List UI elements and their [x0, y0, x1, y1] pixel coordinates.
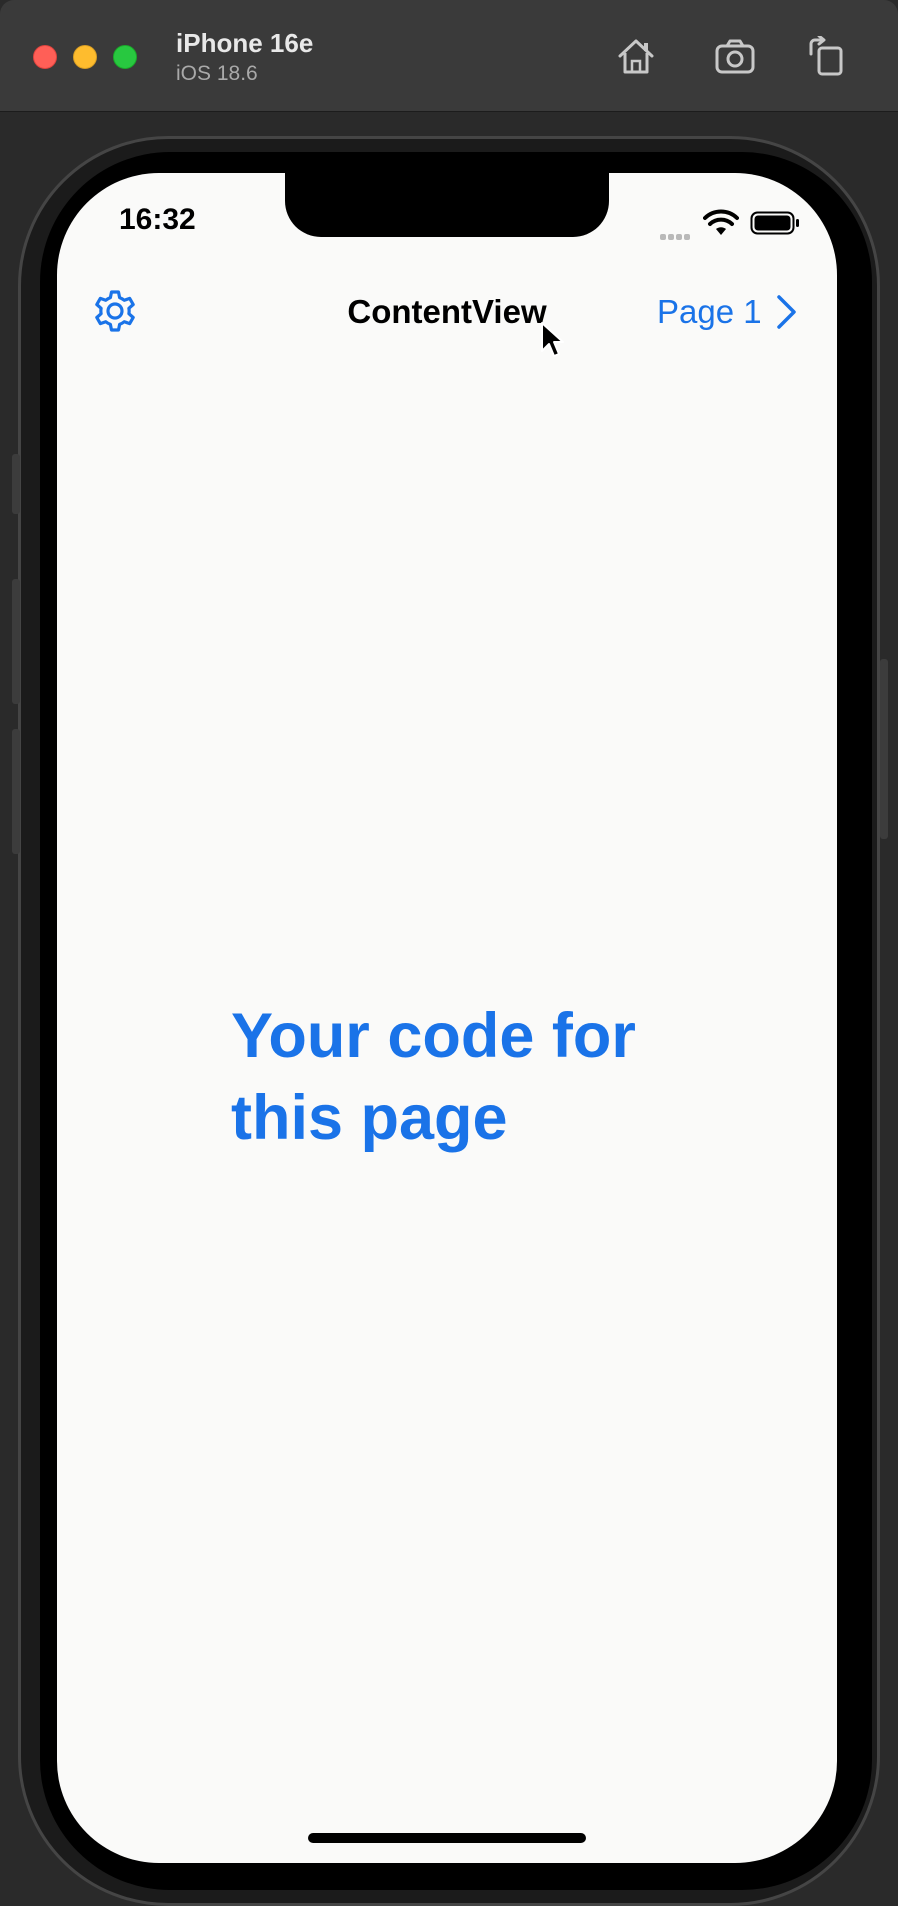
volume-up-button — [12, 579, 20, 704]
notch — [285, 173, 609, 237]
chevron-right-icon[interactable] — [775, 293, 799, 331]
device-os-version: iOS 18.6 — [176, 62, 258, 85]
minimize-window-button[interactable] — [73, 45, 97, 69]
action-button — [12, 454, 20, 514]
device-screen: 16:32 ContentView Page 1 Your code for t… — [57, 173, 837, 1863]
mouse-cursor-icon — [541, 322, 564, 357]
power-button — [880, 659, 888, 839]
screenshot-icon[interactable] — [713, 36, 757, 76]
volume-down-button — [12, 729, 20, 854]
battery-icon — [750, 211, 799, 235]
device-name: iPhone 16e — [176, 28, 314, 58]
cellular-signal-icon — [660, 227, 692, 245]
title-bar: iPhone 16e iOS 18.6 — [0, 0, 898, 112]
home-icon[interactable] — [614, 36, 658, 76]
close-window-button[interactable] — [33, 45, 57, 69]
home-indicator[interactable] — [308, 1833, 586, 1843]
page-nav-button[interactable]: Page 1 — [657, 293, 762, 331]
zoom-window-button[interactable] — [113, 45, 137, 69]
wifi-icon — [703, 209, 739, 235]
simulator-window: iPhone 16e iOS 18.6 16:32 ContentView Pa… — [0, 0, 898, 1906]
rotate-icon[interactable] — [805, 36, 849, 76]
page-content-text: Your code for this page — [231, 1001, 636, 1153]
status-time: 16:32 — [119, 203, 196, 236]
